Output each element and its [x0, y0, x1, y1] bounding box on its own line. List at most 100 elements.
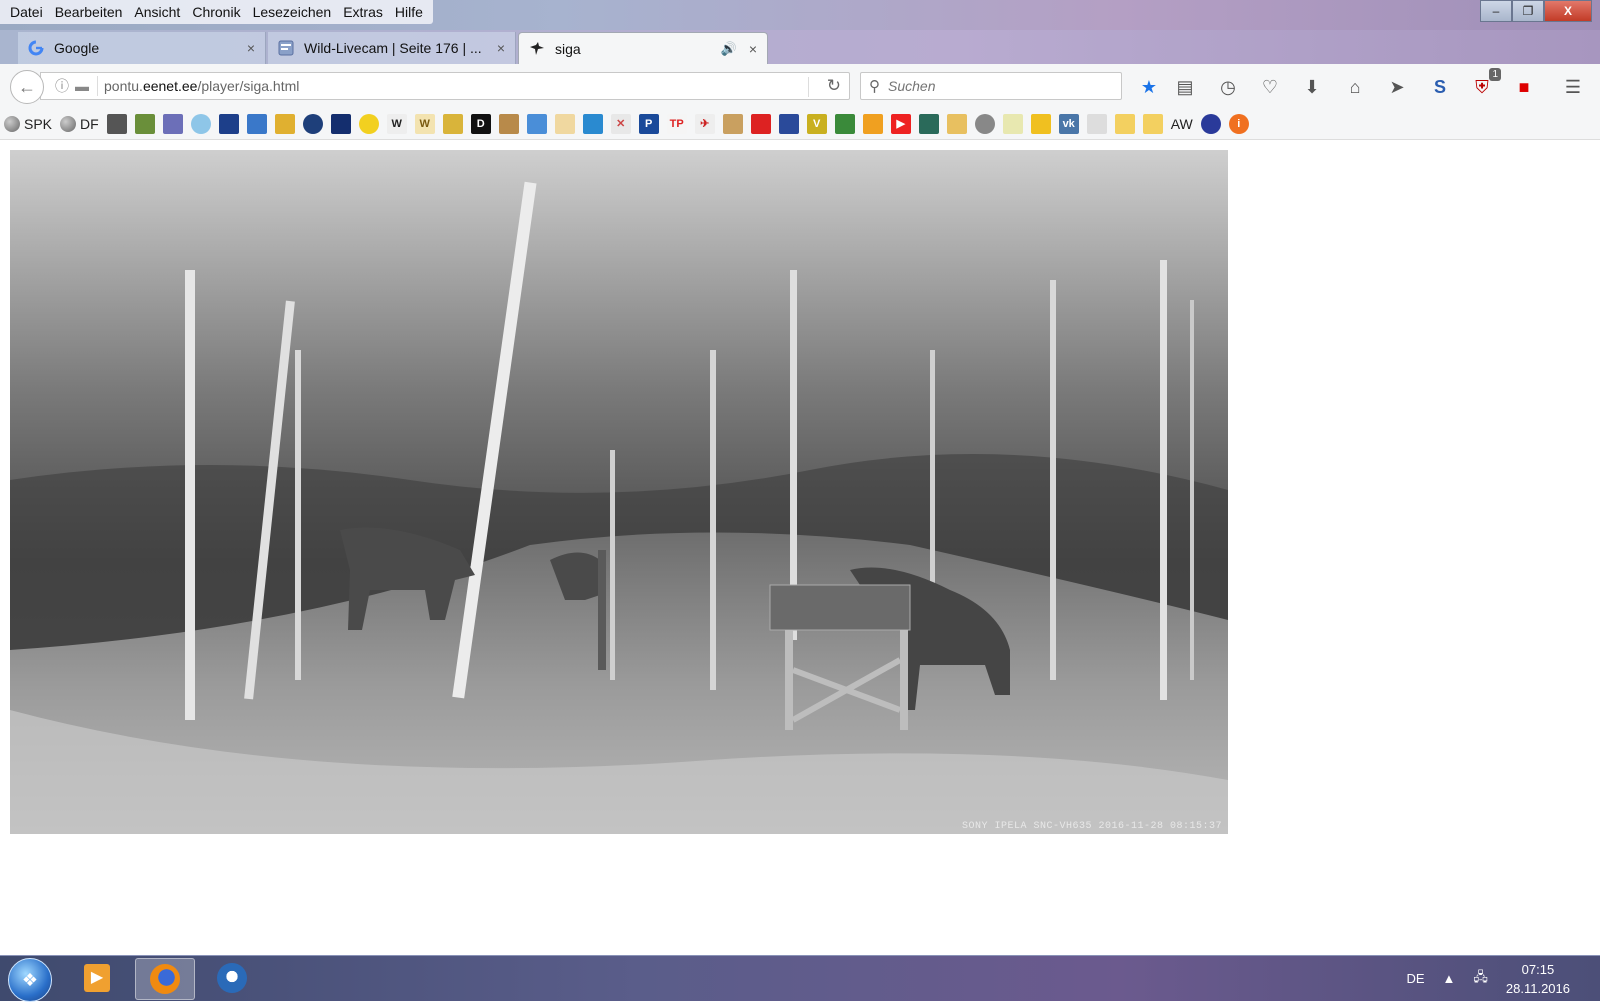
tab-title: Wild-Livecam | Seite 176 | ...: [304, 40, 482, 56]
bookmark-icon[interactable]: [834, 113, 855, 134]
tab-siga[interactable]: siga 🔊 ×: [518, 32, 768, 64]
bookmark-icon[interactable]: [1030, 113, 1051, 134]
bookmark-icon[interactable]: [946, 113, 967, 134]
tab-wild-livecam[interactable]: Wild-Livecam | Seite 176 | ... ×: [268, 32, 516, 64]
network-icon[interactable]: 🖧: [1473, 968, 1488, 990]
bookmark-icon[interactable]: [106, 113, 127, 134]
vk-icon[interactable]: vk: [1058, 113, 1079, 134]
menu-extras[interactable]: Extras: [337, 0, 389, 24]
bookmark-icon[interactable]: TP: [666, 113, 687, 134]
tab-close-icon[interactable]: ×: [749, 41, 757, 57]
bookmark-icon[interactable]: ✕: [610, 113, 631, 134]
menu-chronik[interactable]: Chronik: [186, 0, 246, 24]
search-input[interactable]: [886, 77, 1090, 95]
media-player-button[interactable]: ▶: [68, 958, 126, 998]
back-button[interactable]: ←: [10, 70, 44, 104]
google-icon: [28, 40, 44, 56]
bookmark-df[interactable]: DF: [60, 114, 99, 134]
bookmark-icon[interactable]: [582, 113, 603, 134]
page-icon: ▬: [75, 78, 89, 94]
home-icon[interactable]: ⌂: [1342, 74, 1368, 100]
maximize-button[interactable]: ❐: [1512, 0, 1544, 22]
smiley-icon[interactable]: [358, 113, 379, 134]
bookmark-icon[interactable]: [246, 113, 267, 134]
tab-close-icon[interactable]: ×: [247, 40, 255, 56]
history-icon[interactable]: ◷: [1215, 74, 1241, 100]
info-bookmark-icon[interactable]: i: [1228, 113, 1249, 134]
bookmark-icon[interactable]: [162, 113, 183, 134]
title-bar: Datei Bearbeiten Ansicht Chronik Lesezei…: [0, 0, 1600, 30]
pocket-icon[interactable]: ♡: [1257, 74, 1283, 100]
bookmark-icon[interactable]: [554, 113, 575, 134]
reload-icon[interactable]: ↻: [827, 76, 841, 96]
show-hidden-icons-icon[interactable]: ▲: [1443, 971, 1456, 986]
bookmarks-menu-icon[interactable]: ▤: [1172, 74, 1198, 100]
alien-icon[interactable]: [1086, 113, 1107, 134]
info-icon[interactable]: ⓘ: [55, 76, 69, 96]
ublock-icon[interactable]: ⛨ 1: [1469, 68, 1501, 100]
separator: [808, 77, 809, 97]
windows-logo-icon: ❖: [21, 969, 39, 990]
bookmark-icon[interactable]: [918, 113, 939, 134]
bookmark-icon[interactable]: V: [806, 113, 827, 134]
back-arrow-icon: ←: [18, 76, 36, 97]
bookmark-icon[interactable]: [134, 113, 155, 134]
url-text[interactable]: pontu.eenet.ee/player/siga.html: [104, 78, 299, 94]
bookmark-icon[interactable]: [442, 113, 463, 134]
bookmark-icon[interactable]: [1200, 113, 1221, 134]
bookmark-spk[interactable]: SPK: [4, 114, 52, 134]
bookmark-icon[interactable]: [778, 113, 799, 134]
menu-ansicht[interactable]: Ansicht: [128, 0, 186, 24]
menu-hilfe[interactable]: Hilfe: [389, 0, 429, 24]
url-bar[interactable]: ⓘ ▬ pontu.eenet.ee/player/siga.html ↻: [40, 72, 850, 100]
send-icon[interactable]: ➤: [1384, 74, 1410, 100]
audio-icon[interactable]: 🔊: [721, 41, 737, 57]
book-icon[interactable]: [498, 113, 519, 134]
bookmark-icon[interactable]: [302, 113, 323, 134]
red-addon-icon[interactable]: ■: [1511, 74, 1537, 100]
globe-icon[interactable]: [974, 113, 995, 134]
wikipedia-icon[interactable]: W: [386, 113, 407, 134]
bookmark-icon[interactable]: ✈: [694, 113, 715, 134]
minimize-button[interactable]: –: [1480, 0, 1512, 22]
menu-datei[interactable]: Datei: [4, 0, 49, 24]
tab-google[interactable]: Google ×: [18, 32, 266, 64]
bookmark-star-icon[interactable]: ★: [1136, 74, 1162, 100]
bookmark-icon[interactable]: [1114, 113, 1135, 134]
tab-strip: Google × Wild-Livecam | Seite 176 | ... …: [0, 30, 1600, 86]
tab-title: siga: [555, 40, 581, 57]
bookmark-icon[interactable]: [722, 113, 743, 134]
bookmark-icon[interactable]: [862, 113, 883, 134]
bookmark-icon[interactable]: [330, 113, 351, 134]
language-indicator[interactable]: DE: [1406, 971, 1424, 986]
menu-lesezeichen[interactable]: Lesezeichen: [247, 0, 338, 24]
search-box[interactable]: ⚲: [860, 72, 1122, 100]
bookmark-icon[interactable]: [1002, 113, 1023, 134]
tab-close-icon[interactable]: ×: [497, 40, 505, 56]
wiktionary-icon[interactable]: W: [414, 113, 435, 134]
bookmark-icon[interactable]: D: [470, 113, 491, 134]
s-addon-icon[interactable]: S: [1427, 74, 1453, 100]
bookmark-icon[interactable]: [274, 113, 295, 134]
thunderbird-button[interactable]: [203, 958, 261, 998]
download-icon[interactable]: ⬇: [1299, 74, 1325, 100]
paypal-icon[interactable]: P: [638, 113, 659, 134]
search-icon: ⚲: [869, 78, 880, 95]
camera-timestamp: SONY IPELA SNC-VH635 2016-11-28 08:15:37: [961, 821, 1222, 832]
close-button[interactable]: X: [1544, 0, 1592, 22]
firefox-button[interactable]: [135, 958, 195, 1000]
bookmark-aw[interactable]: AW: [1171, 114, 1193, 134]
hamburger-menu-icon[interactable]: ☰: [1560, 74, 1586, 100]
youtube-icon[interactable]: ▶: [890, 113, 911, 134]
firefox-icon: [150, 964, 180, 994]
bookmark-icon[interactable]: [190, 113, 211, 134]
bookmark-icon[interactable]: [750, 113, 771, 134]
start-button[interactable]: ❖: [8, 958, 52, 1002]
separator: [97, 76, 98, 96]
clock[interactable]: 07:15 28.11.2016: [1506, 960, 1570, 998]
bookmark-icon[interactable]: [1142, 113, 1163, 134]
bookmark-icon[interactable]: [218, 113, 239, 134]
translate-icon[interactable]: [526, 113, 547, 134]
taskbar: ❖ ▶ DE ▲ 🖧 07:15 28.11.2016: [0, 955, 1600, 1002]
menu-bearbeiten[interactable]: Bearbeiten: [49, 0, 129, 24]
